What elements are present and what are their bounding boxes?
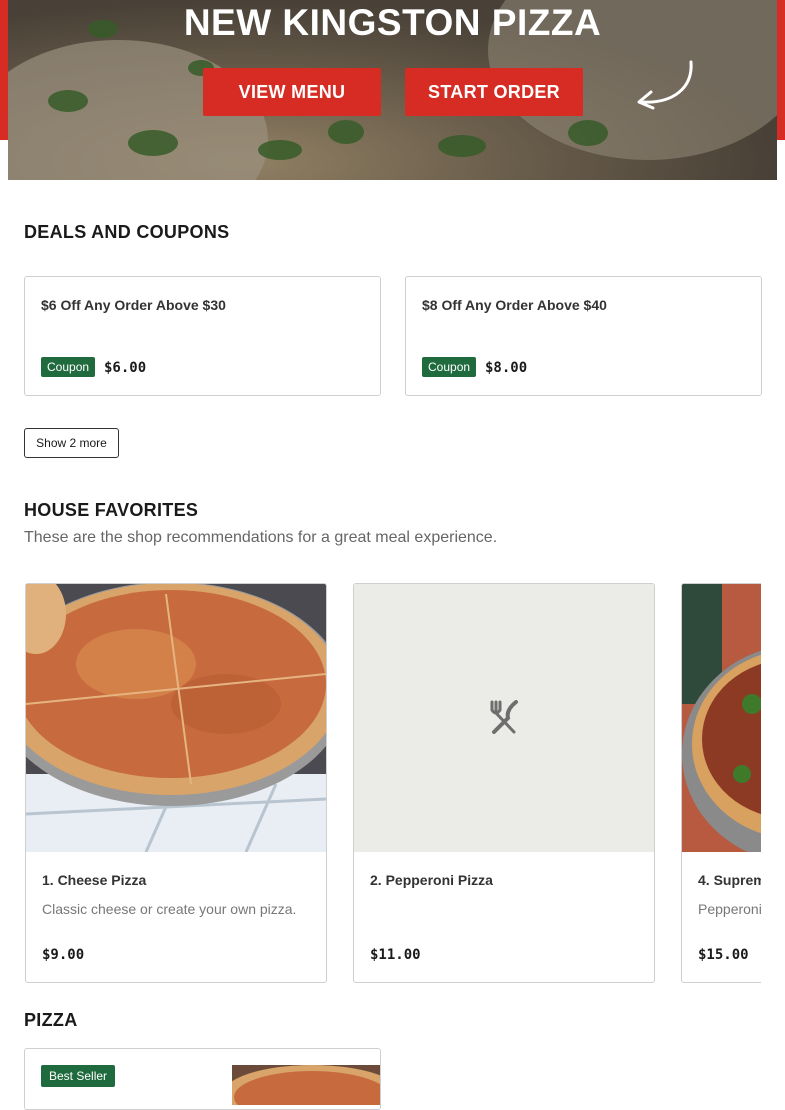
favorites-carousel-clip: 4. Suprem Pepperoni peppers, s $15.00: [681, 583, 761, 983]
menu-item-image: [232, 1065, 380, 1105]
favorite-item-name: 2. Pepperoni Pizza: [370, 872, 493, 888]
image-placeholder: [354, 584, 654, 852]
show-more-coupons-button[interactable]: Show 2 more: [24, 428, 119, 458]
favorite-item-name: 4. Suprem: [698, 872, 761, 888]
coupon-badge: Coupon: [41, 357, 96, 377]
favorite-item-name: 1. Cheese Pizza: [42, 872, 147, 888]
favorite-item-price: $15.00: [698, 947, 749, 963]
cheese-pizza-image: [26, 584, 326, 852]
start-order-button[interactable]: START ORDER: [405, 68, 583, 116]
pizza-section-title: PIZZA: [24, 1010, 78, 1030]
favorite-item-card[interactable]: 4. Suprem Pepperoni peppers, s $15.00: [681, 583, 761, 983]
favorite-item-price: $11.00: [370, 947, 421, 963]
hero-banner: NEW KINGSTON PIZZA VIEW MENU START ORDER: [8, 0, 777, 180]
menu-item-card[interactable]: Best Seller: [24, 1048, 381, 1110]
coupon-title: $8 Off Any Order Above $40: [422, 297, 607, 313]
favorites-section-title: HOUSE FAVORITES: [24, 500, 199, 520]
supreme-pizza-image: [682, 584, 761, 852]
favorite-item-card[interactable]: 2. Pepperoni Pizza $11.00: [353, 583, 655, 983]
coupon-amount: $6.00: [104, 360, 147, 376]
curved-arrow-icon: [637, 60, 693, 110]
fork-knife-icon: [490, 700, 518, 734]
best-seller-badge: Best Seller: [41, 1065, 116, 1087]
coupon-title: $6 Off Any Order Above $30: [41, 297, 226, 313]
coupon-card[interactable]: $6 Off Any Order Above $30 Coupon $6.00: [24, 276, 381, 396]
favorite-item-price: $9.00: [42, 947, 85, 963]
favorite-item-description: Pepperoni peppers, s: [698, 901, 761, 917]
coupon-badge: Coupon: [422, 357, 477, 377]
favorite-item-description: Classic cheese or create your own pizza.: [42, 901, 297, 917]
view-menu-button[interactable]: VIEW MENU: [203, 68, 381, 116]
favorite-item-card[interactable]: 1. Cheese Pizza Classic cheese or create…: [25, 583, 327, 983]
favorites-subtitle: These are the shop recommendations for a…: [24, 529, 498, 546]
coupon-card[interactable]: $8 Off Any Order Above $40 Coupon $8.00: [405, 276, 762, 396]
restaurant-name: NEW KINGSTON PIZZA: [183, 2, 602, 43]
deals-section-title: DEALS AND COUPONS: [24, 222, 230, 242]
coupon-amount: $8.00: [485, 360, 528, 376]
